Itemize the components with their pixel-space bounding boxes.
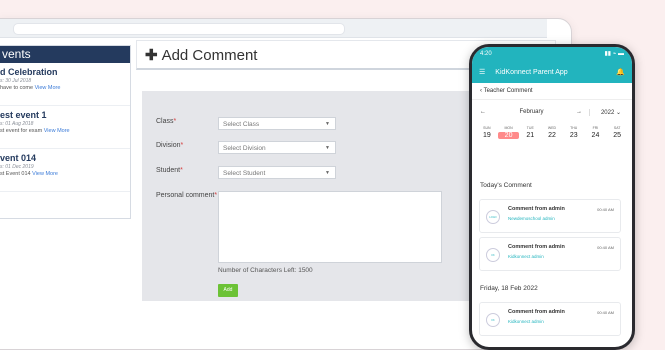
event-desc: have to come View More xyxy=(0,85,61,91)
event-date: s: 01 Aug 2018 xyxy=(0,121,34,127)
view-more-link[interactable]: View More xyxy=(32,171,58,177)
plus-icon: ✚ xyxy=(145,47,158,64)
class-select[interactable]: Select Class ▼ xyxy=(218,117,336,130)
comment-textarea[interactable] xyxy=(218,191,442,263)
date-label: Friday, 18 Feb 2022 xyxy=(480,285,538,292)
card-sub: Kidkonnect admin xyxy=(508,319,544,324)
chevron-down-icon: ▼ xyxy=(325,121,330,127)
day-cell[interactable]: 24 xyxy=(585,132,607,139)
events-header: vents xyxy=(0,46,130,63)
app-header: ☰ KidKonnect Parent App 🔔 xyxy=(472,61,632,83)
card-time: 00:40 AM xyxy=(597,245,614,250)
event-desc: st Event 014 View More xyxy=(0,171,58,177)
comment-card[interactable]: KK Comment from admin Kidkonnect admin 0… xyxy=(479,237,621,271)
comment-label: Personal comment* xyxy=(156,192,218,199)
event-title: est event 1 xyxy=(0,110,47,120)
comment-card[interactable]: LOGO Comment from admin Newdemoschool ad… xyxy=(479,199,621,233)
event-date: s: 01 Dec 2019 xyxy=(0,164,34,170)
year-select[interactable]: 2022 ⌄ xyxy=(589,108,632,116)
event-item: vent 014 s: 01 Dec 2019 st Event 014 Vie… xyxy=(0,149,130,192)
signal-icon: ▮▮ ⌁ ▬ xyxy=(604,51,624,57)
card-title: Comment from admin xyxy=(508,206,565,212)
status-time: 4:20 xyxy=(480,51,492,57)
events-panel: vents d Celebration s: 30 Jul 2018 have … xyxy=(0,45,131,219)
month-label[interactable]: February xyxy=(494,109,569,115)
day-name: SUN xyxy=(483,126,491,130)
event-item: est event 1 s: 01 Aug 2018 st event for … xyxy=(0,106,130,149)
app-title: KidKonnect Parent App xyxy=(495,68,568,76)
event-desc: st event for exam View More xyxy=(0,128,70,134)
today-label: Today's Comment xyxy=(480,182,532,189)
back-row[interactable]: ‹ Teacher Comment xyxy=(472,83,632,100)
comment-form: Class* Select Class ▼ Division* Select Di… xyxy=(142,91,482,301)
menu-icon[interactable]: ☰ xyxy=(479,68,485,76)
division-select[interactable]: Select Division ▼ xyxy=(218,141,336,154)
browser-bar xyxy=(0,19,547,38)
card-sub: Kidkonnect admin xyxy=(508,254,544,259)
chevron-down-icon: ▼ xyxy=(325,145,330,151)
day-name: THU xyxy=(570,126,578,130)
school-logo-icon: KK xyxy=(486,313,500,327)
day-cell-selected[interactable]: 20 xyxy=(497,132,520,139)
card-time: 00:40 AM xyxy=(597,310,614,315)
phone-mockup: 4:20 ▮▮ ⌁ ▬ ☰ KidKonnect Parent App 🔔 ‹ … xyxy=(469,44,635,350)
day-name: FRI xyxy=(592,126,599,130)
card-title: Comment from admin xyxy=(508,244,565,250)
month-selector: ← February → 2022 ⌄ xyxy=(472,100,632,124)
school-logo-icon: KK xyxy=(486,248,500,262)
day-cell[interactable]: 23 xyxy=(563,132,585,139)
class-label: Class* xyxy=(156,118,177,125)
day-cell[interactable]: 21 xyxy=(519,132,541,139)
view-more-link[interactable]: View More xyxy=(35,85,61,91)
day-numbers: 19 20 21 22 23 24 25 xyxy=(472,132,632,139)
card-title: Comment from admin xyxy=(508,309,565,315)
status-bar: 4:20 ▮▮ ⌁ ▬ xyxy=(472,47,632,61)
student-select[interactable]: Select Student ▼ xyxy=(218,166,336,179)
day-name: MON xyxy=(504,126,513,130)
division-label: Division* xyxy=(156,142,184,149)
day-name: TUE xyxy=(526,126,534,130)
event-date: s: 30 Jul 2018 xyxy=(0,78,32,84)
day-cell[interactable]: 19 xyxy=(476,132,498,139)
student-label: Student* xyxy=(156,167,183,174)
chars-left: Number of Characters Left: 1500 xyxy=(218,267,313,274)
address-field[interactable] xyxy=(13,23,345,35)
add-button[interactable]: Add xyxy=(218,284,238,297)
day-name: SAT xyxy=(613,126,621,130)
event-item: d Celebration s: 30 Jul 2018 have to com… xyxy=(0,63,130,106)
school-logo-icon: LOGO xyxy=(486,210,500,224)
event-title: d Celebration xyxy=(0,67,58,77)
bell-icon[interactable]: 🔔 xyxy=(616,68,625,76)
day-cell[interactable]: 22 xyxy=(541,132,563,139)
day-cell[interactable]: 25 xyxy=(606,132,628,139)
card-time: 00:40 AM xyxy=(597,207,614,212)
view-more-link[interactable]: View More xyxy=(44,128,70,134)
day-names: SUN MON TUE WED THU FRI SAT xyxy=(472,126,632,130)
card-sub: Newdemoschool admin xyxy=(508,216,555,221)
back-icon[interactable]: ‹ xyxy=(480,88,482,94)
page-title: Add Comment xyxy=(161,47,258,64)
day-name: WED xyxy=(547,126,557,130)
arrow-right-icon[interactable]: → xyxy=(569,109,589,115)
event-title: vent 014 xyxy=(0,153,37,163)
chevron-down-icon: ▼ xyxy=(325,170,330,176)
arrow-left-icon[interactable]: ← xyxy=(472,109,494,115)
